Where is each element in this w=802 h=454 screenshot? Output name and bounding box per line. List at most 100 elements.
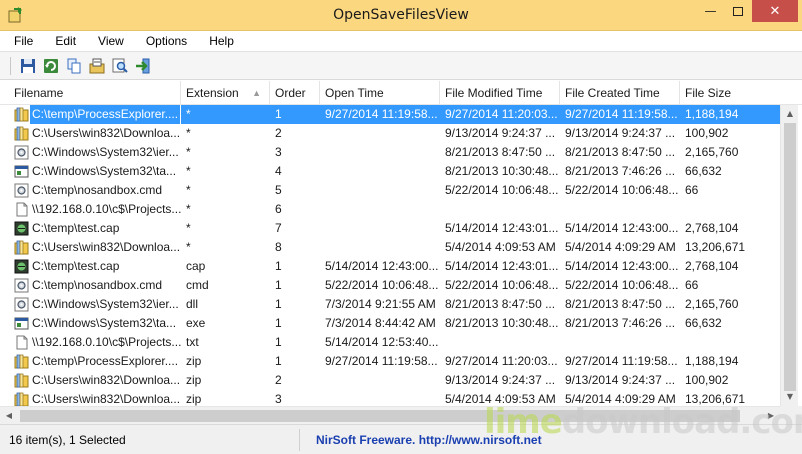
horizontal-scroll-thumb[interactable] (20, 410, 740, 422)
menu-view[interactable]: View (84, 34, 132, 48)
cell-size (680, 333, 780, 352)
table-row[interactable]: C:\temp\nosandbox.cmd cmd 1 5/22/2014 10:06… (0, 276, 780, 295)
cell-size: 1,188,194 (685, 354, 739, 368)
horizontal-scrollbar[interactable]: ◀ ▶ (0, 406, 780, 424)
column-header-file-modified-time[interactable]: File Modified Time (440, 81, 560, 105)
column-header-filename[interactable]: Filename (0, 81, 181, 105)
cell-extension: * (186, 126, 191, 140)
scroll-down-icon[interactable]: ▼ (781, 388, 799, 406)
table-row[interactable]: C:\Windows\System32\ta... * 4 8/21/2013 10:… (0, 162, 780, 181)
cell-open-time (320, 200, 440, 219)
table-row[interactable]: C:\Windows\System32\ier... dll 1 7/3/2014 9… (0, 295, 780, 314)
cell-created: 9/27/2014 11:19:58... (565, 354, 678, 368)
menu-options[interactable]: Options (132, 34, 195, 48)
cell-filename: C:\temp\ProcessExplorer.... (0, 105, 181, 124)
cell-filename: \\192.168.0.10\c$\Projects... (0, 200, 181, 219)
cell-modified: 5/14/2014 12:43:01... (445, 221, 559, 235)
cell-modified (440, 200, 560, 219)
scroll-left-icon[interactable]: ◀ (0, 407, 18, 425)
menu-edit[interactable]: Edit (41, 34, 84, 48)
vertical-scrollbar[interactable]: ▲ ▼ (780, 105, 798, 406)
cell-extension: zip (186, 354, 202, 368)
cell-created: 5/22/2014 10:06:48... (565, 183, 679, 197)
cell-filename-text: C:\temp\nosandbox.cmd (32, 278, 163, 292)
scroll-up-icon[interactable]: ▲ (781, 105, 799, 123)
cell-filename-text: C:\Windows\System32\ier... (32, 145, 179, 159)
cell-modified: 5/22/2014 10:06:48... (445, 183, 559, 197)
cell-size: 66 (685, 278, 699, 292)
table-row[interactable]: C:\temp\test.cap * 7 5/14/2014 12:43:01... 5… (0, 219, 780, 238)
cell-extension: dll (186, 297, 199, 311)
table-row[interactable]: C:\Windows\System32\ta... exe 1 7/3/2014 8:… (0, 314, 780, 333)
exit-button[interactable] (132, 55, 154, 77)
menu-file[interactable]: File (0, 34, 41, 48)
cell-created (560, 200, 680, 219)
cell-open-time (320, 371, 440, 390)
cell-open-time (320, 390, 440, 406)
file-list[interactable]: Filename Extension ▲ Order Open Time File… (0, 81, 802, 406)
cell-size: 100,902 (685, 126, 729, 140)
cell-open-time (320, 238, 440, 257)
cell-order: 1 (270, 105, 320, 124)
cell-filename: C:\temp\test.cap (0, 219, 181, 238)
cell-modified: 8/21/2013 8:47:50 ... (445, 145, 556, 159)
folder-icon (14, 107, 29, 122)
column-header-extension[interactable]: Extension ▲ (181, 81, 270, 105)
table-row[interactable]: C:\temp\ProcessExplorer.... * 1 9/27/2014 1… (0, 105, 780, 124)
toolbar-separator (10, 56, 11, 75)
cell-filename-text: \\192.168.0.10\c$\Projects... (32, 202, 181, 216)
column-header-open-time[interactable]: Open Time (320, 81, 440, 105)
cell-filename: C:\Windows\System32\ier... (0, 143, 181, 162)
table-row[interactable]: C:\temp\nosandbox.cmd * 5 5/22/2014 10:06:4… (0, 181, 780, 200)
cell-extension: * (186, 202, 191, 216)
find-button[interactable] (109, 55, 131, 77)
column-header-file-created-time[interactable]: File Created Time (560, 81, 680, 105)
menu-help[interactable]: Help (195, 34, 242, 48)
cell-open-time: 5/22/2014 10:06:48... (325, 278, 439, 292)
cell-size: 1,188,194 (680, 105, 780, 124)
table-row[interactable]: C:\Users\win832\Downloa... zip 3 5/4/2014 4… (0, 390, 780, 406)
cell-created: 8/21/2013 7:46:26 ... (565, 164, 676, 178)
cell-created: 9/13/2014 9:24:37 ... (565, 373, 676, 387)
cell-filename: C:\Users\win832\Downloa... (0, 390, 181, 406)
nirsoft-link[interactable]: NirSoft Freeware. http://www.nirsoft.net (316, 429, 542, 451)
find-icon (112, 58, 128, 73)
table-row[interactable]: C:\Users\win832\Downloa... * 8 5/4/2014 4:0… (0, 238, 780, 257)
cell-filename-text: C:\temp\ProcessExplorer.... (30, 105, 181, 124)
cell-created: 9/13/2014 9:24:37 ... (565, 126, 676, 140)
table-row[interactable]: C:\Windows\System32\ier... * 3 8/21/2013 8:… (0, 143, 780, 162)
cell-order: 1 (275, 259, 282, 273)
cell-created: 5/4/2014 4:09:29 AM (565, 240, 676, 254)
scroll-right-icon[interactable]: ▶ (762, 407, 780, 425)
refresh-button[interactable] (40, 55, 62, 77)
cell-order: 7 (275, 221, 282, 235)
cell-size: 2,165,760 (685, 297, 739, 311)
cell-order: 8 (275, 240, 282, 254)
cell-modified (440, 333, 560, 352)
table-row[interactable]: \\192.168.0.10\c$\Projects... * 6 (0, 200, 780, 219)
cell-created: 8/21/2013 8:47:50 ... (565, 297, 676, 311)
cell-order: 4 (275, 164, 282, 178)
cell-modified: 5/4/2014 4:09:53 AM (445, 392, 556, 406)
cell-extension: * (186, 183, 191, 197)
copy-button[interactable] (63, 55, 85, 77)
table-row[interactable]: \\192.168.0.10\c$\Projects... txt 1 5/14/20… (0, 333, 780, 352)
close-button[interactable]: ✕ (752, 0, 798, 22)
folder-icon (14, 392, 29, 406)
cell-open-time: 7/3/2014 9:21:55 AM (325, 297, 436, 311)
vertical-scroll-thumb[interactable] (784, 123, 796, 391)
cell-filename: C:\Windows\System32\ta... (0, 314, 181, 333)
table-row[interactable]: C:\Users\win832\Downloa... zip 2 9/13/2014 … (0, 371, 780, 390)
minimize-button[interactable]: — (697, 0, 724, 22)
window-title: OpenSaveFilesView (333, 7, 469, 23)
table-row[interactable]: C:\temp\test.cap cap 1 5/14/2014 12:43:00..… (0, 257, 780, 276)
cell-open-time (320, 162, 440, 181)
maximize-button[interactable] (724, 0, 751, 22)
save-button[interactable] (17, 55, 39, 77)
column-header-order[interactable]: Order (270, 81, 320, 105)
column-header-file-size[interactable]: File Size (680, 81, 780, 105)
cell-size: 66 (685, 183, 699, 197)
table-row[interactable]: C:\Users\win832\Downloa... * 2 9/13/2014 9:… (0, 124, 780, 143)
properties-button[interactable] (86, 55, 108, 77)
table-row[interactable]: C:\temp\ProcessExplorer.... zip 1 9/27/2014… (0, 352, 780, 371)
